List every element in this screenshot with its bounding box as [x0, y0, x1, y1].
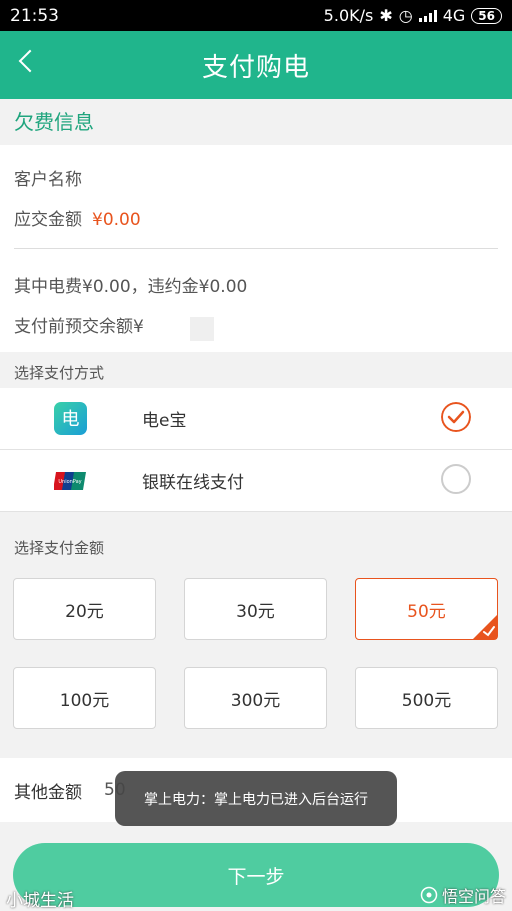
customer-name-row: 客户名称: [14, 165, 82, 190]
payment-option-unionpay[interactable]: UnionPay 银联在线支付: [0, 450, 512, 512]
customer-name-label: 客户名称: [14, 170, 82, 190]
other-amount-label: 其他金额: [14, 782, 82, 803]
arrears-card: 客户名称 应交金额 ¥0.00 其中电费¥0.00，违约金¥0.00 支付前预交余…: [0, 145, 512, 352]
status-time: 21:53: [10, 5, 59, 26]
payment-option-dianebao[interactable]: 电 电e宝: [0, 388, 512, 450]
payment-method-title: 选择支付方式: [14, 364, 105, 382]
payment-option-label: 银联在线支付: [142, 473, 244, 493]
amount-due-row: 应交金额 ¥0.00: [14, 205, 141, 230]
amount-title: 选择支付金额: [14, 539, 105, 557]
redacted-mosaic: [190, 317, 214, 341]
network-type: 4G: [442, 6, 466, 25]
watermark-right-text: 悟空问答: [441, 887, 506, 906]
status-indicators: 5.0K/s ✱ ◷ 4G 56: [324, 6, 502, 25]
amount-due-label: 应交金额: [14, 210, 82, 230]
amount-option-500[interactable]: 500元: [355, 667, 498, 729]
selected-check-icon: [473, 615, 497, 639]
back-icon[interactable]: [18, 49, 42, 73]
breakdown-row: 其中电费¥0.00，违约金¥0.00: [14, 277, 248, 297]
amount-due-value: ¥0.00: [92, 210, 141, 230]
unionpay-icon: UnionPay: [54, 472, 86, 490]
app-header: 支付购电: [0, 31, 512, 99]
payment-method-list: 电 电e宝 UnionPay 银联在线支付: [0, 388, 512, 512]
bluetooth-icon: ✱: [379, 6, 393, 25]
amount-option-20[interactable]: 20元: [13, 578, 156, 640]
amount-option-300[interactable]: 300元: [184, 667, 327, 729]
page-title: 支付购电: [201, 52, 310, 83]
unchecked-radio-icon[interactable]: [441, 464, 471, 494]
amount-option-label: 50元: [407, 601, 446, 622]
watermark-right: 悟空问答: [420, 883, 506, 907]
payment-option-label: 电e宝: [142, 411, 187, 431]
network-speed: 5.0K/s: [323, 6, 374, 25]
prepaid-balance-row: 支付前预交余额¥: [14, 317, 144, 337]
toast-message: 掌上电力：掌上电力已进入后台运行: [115, 771, 397, 826]
status-bar: 21:53 5.0K/s ✱ ◷ 4G 56: [0, 0, 512, 31]
checked-radio-icon[interactable]: [441, 402, 471, 432]
amount-option-50[interactable]: 50元: [355, 578, 498, 640]
alarm-icon: ◷: [398, 6, 413, 25]
amount-option-30[interactable]: 30元: [184, 578, 327, 640]
signal-icon: [418, 9, 437, 22]
dianebao-icon: 电: [54, 402, 87, 435]
divider: [14, 248, 498, 249]
arrears-section-title: 欠费信息: [0, 99, 512, 145]
battery-icon: 56: [471, 7, 502, 24]
wukong-logo-icon: [420, 886, 438, 904]
svg-text:UnionPay: UnionPay: [58, 479, 81, 485]
svg-text:电: 电: [62, 409, 80, 430]
amount-option-100[interactable]: 100元: [13, 667, 156, 729]
watermark-left: 小城生活: [6, 891, 74, 911]
